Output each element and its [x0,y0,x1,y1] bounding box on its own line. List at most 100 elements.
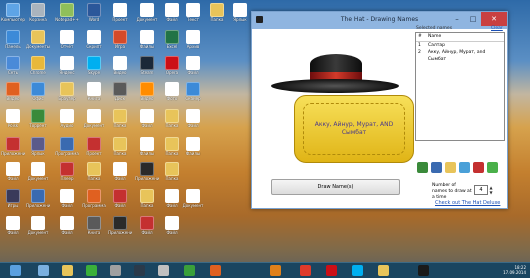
desktop-icon[interactable]: Файл [160,216,184,246]
desktop-icon[interactable]: Проект [108,3,132,33]
desktop-icon[interactable] [38,265,49,276]
maximize-button[interactable]: □ [465,12,481,26]
player-icon[interactable] [210,265,221,276]
selected-names-list[interactable]: # Name 1 Салтар 2 Акку, Айнур, Мурат, an… [415,32,505,141]
desktop-icon[interactable]: Файл [1,162,25,192]
title-bar[interactable]: The Hat - Drawing Names – □ ✕ [252,12,507,29]
desktop-icon[interactable]: Файл [135,109,159,139]
desktop-icon[interactable]: Poisk [1,109,25,139]
desktop-icon[interactable]: Диск [108,82,132,112]
stepper-down-icon[interactable]: ▼ [488,190,494,195]
desktop-icon[interactable]: Папка [205,3,229,33]
minimize-button[interactable]: – [449,12,465,26]
desktop-icon[interactable]: Папка [160,162,184,192]
desktop-icon[interactable]: Документ [181,189,205,219]
music-icon[interactable] [487,162,498,173]
desktop-icon[interactable]: Плеер [55,162,79,192]
hat-app-icon[interactable] [418,265,429,276]
number-of-names-input[interactable]: 4 [474,185,488,195]
opera-icon[interactable] [326,265,337,276]
desktop-file-icon [31,3,45,17]
desktop-icon[interactable]: Игры [1,189,25,219]
clear-link[interactable]: Clear [491,26,503,31]
number-stepper[interactable]: ▲ ▼ [488,185,494,195]
desktop-icon[interactable]: Браузер [55,82,79,112]
clock[interactable]: 18:22 17.09.2014 [503,265,526,275]
desktop-icon[interactable]: Ярлык [228,3,252,33]
desktop-file-icon [113,109,127,123]
firefox-icon[interactable] [270,265,281,276]
desktop-file-icon [140,82,154,96]
desktop-icon[interactable]: Файл [108,162,132,192]
desktop-icon-label: Диск [114,96,126,101]
desktop-icon[interactable]: Текст [181,3,205,33]
chrome-icon[interactable] [184,265,195,276]
desktop-icon[interactable]: Приложение [108,216,132,246]
desktop-icon[interactable]: Корзина [26,3,50,33]
clipboard-icon[interactable] [431,162,442,173]
desktop-file-icon [87,137,101,151]
desktop-icon[interactable]: Файл [55,216,79,246]
list-item[interactable]: 1 Салтар [416,42,504,49]
desktop-icon[interactable]: Книга [82,216,106,246]
yandex-icon[interactable] [300,265,311,276]
desktop-icon[interactable]: Папка [82,162,106,192]
desktop-icon[interactable]: Офис [26,82,50,112]
desktop-icon[interactable]: Приложение [26,189,50,219]
desktop-file-icon [87,82,101,96]
desktop-icon[interactable]: Папка [108,109,132,139]
desktop-file-icon [31,82,45,96]
desktop-icon[interactable]: Документ [135,3,159,33]
list-icon[interactable] [445,162,456,173]
desktop-icon[interactable]: Notepad++ [55,3,79,33]
row-name: Акку, Айнур, Мурат, and Сымбат [427,50,486,62]
desktop-icon[interactable]: Приложение [135,162,159,192]
desktop-file-icon [31,216,45,230]
hat-icon[interactable] [473,162,484,173]
refresh-icon[interactable] [459,162,470,173]
draw-names-button[interactable]: Draw Name(s) [271,179,400,195]
desktop-icon[interactable]: Документ [82,109,106,139]
close-button[interactable]: ✕ [481,12,507,26]
desktop-icon-label: Файл [141,230,153,235]
desktop-icon[interactable]: Файл [55,189,79,219]
explorer-icon[interactable] [62,265,73,276]
desktop-file-icon [31,56,45,70]
steam-icon[interactable] [134,265,145,276]
desktop-icon[interactable]: Файл [181,109,205,139]
list-item[interactable]: 2 Акку, Айнур, Мурат, and Сымбат [416,49,504,62]
start-icon[interactable] [10,265,21,276]
desktop-icon[interactable]: Программа [82,189,106,219]
desktop-file-icon [165,30,179,44]
desktop-icon-label: Папка [140,203,154,208]
floppy-icon[interactable] [417,162,428,173]
tool-icon[interactable] [110,265,121,276]
desktop-icon[interactable]: Файл [108,189,132,219]
desktop-icon-label: Документ [182,203,204,208]
app-a-icon[interactable] [86,265,97,276]
desktop-icon[interactable]: Сканер [181,82,205,112]
desktop-icon[interactable]: Документ [26,162,50,192]
desktop-icon-label: Документ [136,17,158,22]
desktop-icon[interactable]: Word [82,3,106,33]
desktop-icon[interactable]: Документ [26,216,50,246]
folder-icon[interactable] [378,265,389,276]
desktop-icon[interactable]: Папка [135,189,159,219]
taskbar: 18:22 17.09.2014 [0,262,530,278]
skype-icon[interactable] [352,265,363,276]
desktop-icon-label: Текст [187,17,199,22]
desktop-icon[interactable]: Книга [82,82,106,112]
desktop-icon[interactable]: Файл [1,216,25,246]
hat-deluxe-link[interactable]: Check out The Hat Deluxe [435,200,500,206]
desktop-icon[interactable]: Торрент [26,109,50,139]
desktop-icon[interactable]: Файлы [181,137,205,167]
gear-icon[interactable] [158,265,169,276]
desktop-icon[interactable]: Файл [135,216,159,246]
desktop-file-icon [186,137,200,151]
desktop-icon[interactable]: Компьютер [1,3,25,33]
desktop-icon[interactable]: Видео [135,82,159,112]
desktop-icon-label: Файл [114,176,126,181]
desktop-icon[interactable]: Видео [1,82,25,112]
desktop-icon[interactable]: Аудио [55,109,79,139]
hat-window[interactable]: The Hat - Drawing Names – □ ✕ Акку, Айну… [251,11,508,209]
